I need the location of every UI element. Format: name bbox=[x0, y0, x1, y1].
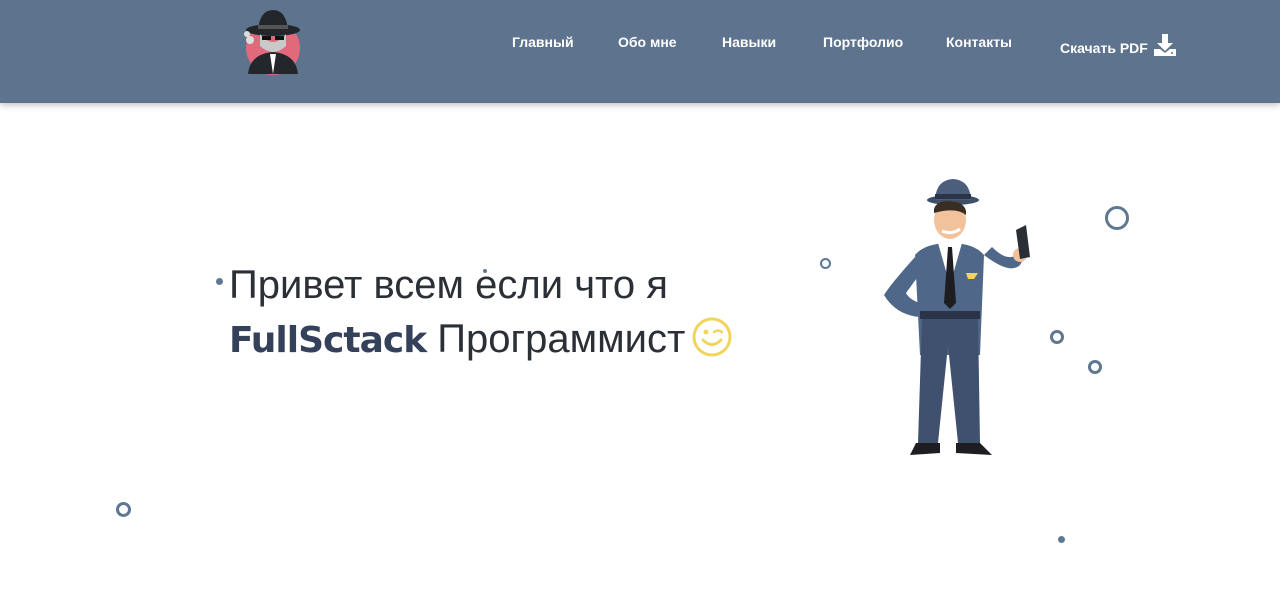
particle-dot bbox=[483, 269, 487, 273]
detective-illustration bbox=[870, 175, 1040, 460]
nav-contacts[interactable]: Контакты bbox=[946, 34, 1012, 50]
particle-ring bbox=[116, 502, 131, 517]
hero-line-2-rest: Программист bbox=[426, 317, 686, 361]
particle-dot bbox=[1058, 536, 1065, 543]
hero-highlight: FullSctack bbox=[229, 320, 427, 361]
download-pdf-label: Скачать PDF bbox=[1060, 40, 1148, 56]
hero-line-1: Привет всем если что я bbox=[229, 263, 668, 307]
nav-home[interactable]: Главный bbox=[512, 34, 574, 50]
nav-portfolio[interactable]: Портфолио bbox=[823, 34, 903, 50]
particle-ring bbox=[820, 258, 831, 269]
nav-skills[interactable]: Навыки bbox=[722, 34, 776, 50]
hero-line-2: FullSctack Программист bbox=[229, 312, 733, 372]
particle-ring bbox=[1105, 206, 1129, 230]
particle-dot bbox=[216, 278, 223, 285]
download-icon bbox=[1153, 34, 1176, 56]
download-pdf-button[interactable]: Скачать PDF bbox=[1060, 33, 1177, 57]
particle-ring bbox=[1088, 360, 1102, 374]
particle-ring bbox=[1050, 330, 1064, 344]
winking-face-icon bbox=[691, 316, 733, 372]
hero-heading: Привет всем если что я FullSctack Програ… bbox=[229, 258, 733, 372]
site-header: Главный Обо мне Навыки Портфолио Контакт… bbox=[0, 0, 1280, 103]
nav-about[interactable]: Обо мне bbox=[618, 34, 677, 50]
